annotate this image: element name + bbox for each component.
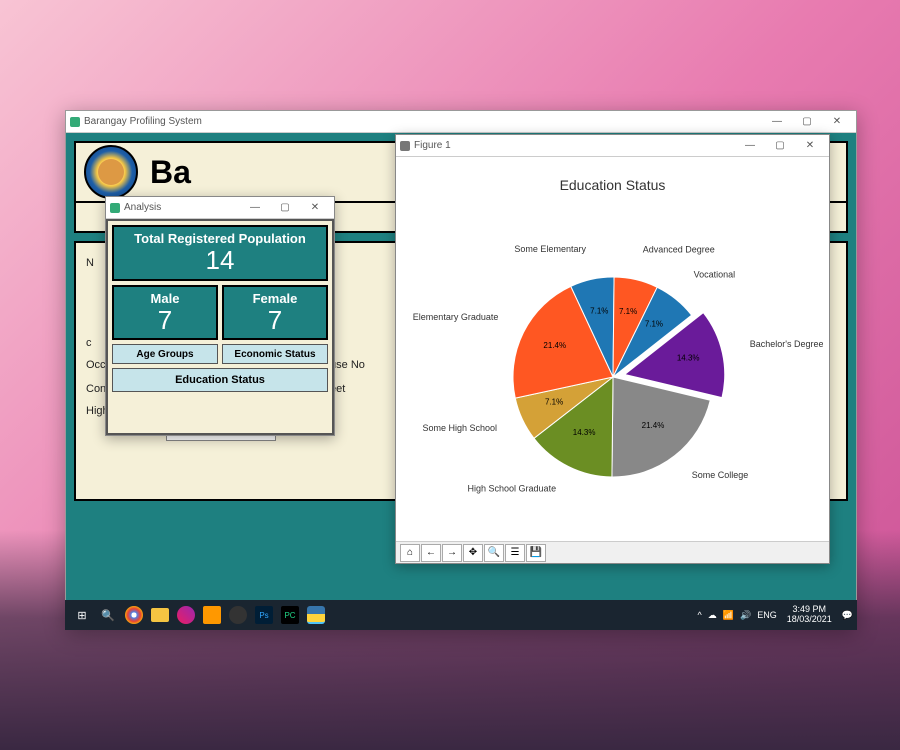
photoshop-icon[interactable]: Ps xyxy=(255,606,273,624)
maximize-button[interactable]: ▢ xyxy=(792,112,822,132)
slice-pct: 7.1% xyxy=(590,306,608,315)
total-population-label: Total Registered Population xyxy=(114,231,326,246)
slice-pct: 14.3% xyxy=(572,428,595,437)
slice-pct: 7.1% xyxy=(544,397,562,406)
slice-label: Some College xyxy=(691,470,748,480)
configure-icon[interactable]: ☰ xyxy=(505,544,525,562)
close-button[interactable]: ✕ xyxy=(300,198,330,218)
start-button[interactable]: ⊞ xyxy=(69,602,95,628)
slice-pct: 7.1% xyxy=(618,307,636,316)
slice-pct: 21.4% xyxy=(543,341,566,350)
back-icon[interactable]: ← xyxy=(421,544,441,562)
slice-label: Vocational xyxy=(693,270,735,280)
tray-clock[interactable]: 3:49 PM 18/03/2021 xyxy=(783,605,836,625)
minimize-button[interactable]: — xyxy=(240,198,270,218)
analysis-window-title: Analysis xyxy=(124,202,240,213)
slice-label: Some High School xyxy=(422,423,497,433)
python-icon[interactable] xyxy=(307,606,325,624)
analysis-window: Analysis — ▢ ✕ Total Registered Populati… xyxy=(105,196,335,436)
barangay-logo xyxy=(84,145,138,199)
slice-label: Advanced Degree xyxy=(642,244,714,254)
explorer-icon[interactable] xyxy=(151,608,169,622)
close-button[interactable]: ✕ xyxy=(822,112,852,132)
app-icon xyxy=(70,117,80,127)
female-label: Female xyxy=(224,291,326,306)
matplotlib-icon xyxy=(400,141,410,151)
total-population-box: Total Registered Population 14 xyxy=(112,225,328,281)
tray-lang[interactable]: ENG xyxy=(757,610,777,620)
app-icon-3[interactable] xyxy=(229,606,247,624)
male-value: 7 xyxy=(114,306,216,335)
figure-titlebar[interactable]: Figure 1 — ▢ ✕ xyxy=(396,135,829,157)
windows-taskbar: ⊞ 🔍 Ps PC ^ ☁ 📶 🔊 ENG 3:49 PM 18/03/2021… xyxy=(65,600,857,630)
pie-chart: 7.1% Some Elementary 7.1% Advanced Degree 7.… xyxy=(403,202,823,542)
tray-notifications-icon[interactable]: 💬 xyxy=(842,610,853,621)
age-groups-button[interactable]: Age Groups xyxy=(112,344,218,364)
app-icon-2[interactable] xyxy=(203,606,221,624)
matplotlib-toolbar: ⌂ ← → ✥ 🔍 ☰ 💾 xyxy=(396,541,829,563)
chart-canvas: Education Status 7.1%Some Elementary7.1%… xyxy=(396,157,829,541)
main-titlebar[interactable]: Barangay Profiling System — ▢ ✕ xyxy=(66,111,856,133)
minimize-button[interactable]: — xyxy=(762,112,792,132)
chrome-icon[interactable] xyxy=(125,606,143,624)
tray-cloud-icon[interactable]: ☁ xyxy=(708,610,717,621)
zoom-icon[interactable]: 🔍 xyxy=(484,544,504,562)
pan-icon[interactable]: ✥ xyxy=(463,544,483,562)
figure-window-title: Figure 1 xyxy=(414,140,735,151)
total-population-value: 14 xyxy=(114,246,326,275)
female-value: 7 xyxy=(224,306,326,335)
maximize-button[interactable]: ▢ xyxy=(765,136,795,156)
maximize-button[interactable]: ▢ xyxy=(270,198,300,218)
education-status-button[interactable]: Education Status xyxy=(112,368,328,392)
economic-status-button[interactable]: Economic Status xyxy=(222,344,328,364)
slice-label: Some Elementary xyxy=(514,244,586,254)
app-header-title: Ba xyxy=(150,154,191,191)
slice-pct: 21.4% xyxy=(641,421,664,430)
main-window-title: Barangay Profiling System xyxy=(84,116,762,127)
male-box: Male 7 xyxy=(112,285,218,341)
male-label: Male xyxy=(114,291,216,306)
forward-icon[interactable]: → xyxy=(442,544,462,562)
figure-window: Figure 1 — ▢ ✕ Education Status 7.1% Some… xyxy=(395,134,830,564)
chart-title: Education Status xyxy=(396,177,829,193)
slice-pct: 7.1% xyxy=(644,320,662,329)
slice-pct: 14.3% xyxy=(676,353,699,362)
minimize-button[interactable]: — xyxy=(735,136,765,156)
search-icon[interactable]: 🔍 xyxy=(95,602,121,628)
app-icon-1[interactable] xyxy=(177,606,195,624)
save-icon[interactable]: 💾 xyxy=(526,544,546,562)
tray-volume-icon[interactable]: 🔊 xyxy=(740,610,751,621)
slice-label: Elementary Graduate xyxy=(412,312,498,322)
home-icon[interactable]: ⌂ xyxy=(400,544,420,562)
tray-chevron-icon[interactable]: ^ xyxy=(698,610,702,620)
close-button[interactable]: ✕ xyxy=(795,136,825,156)
tray-wifi-icon[interactable]: 📶 xyxy=(723,610,734,621)
slice-label: High School Graduate xyxy=(467,484,556,494)
pycharm-icon[interactable]: PC xyxy=(281,606,299,624)
app-icon xyxy=(110,203,120,213)
analysis-titlebar[interactable]: Analysis — ▢ ✕ xyxy=(106,197,334,219)
slice-label: Bachelor's Degree xyxy=(749,339,822,349)
female-box: Female 7 xyxy=(222,285,328,341)
